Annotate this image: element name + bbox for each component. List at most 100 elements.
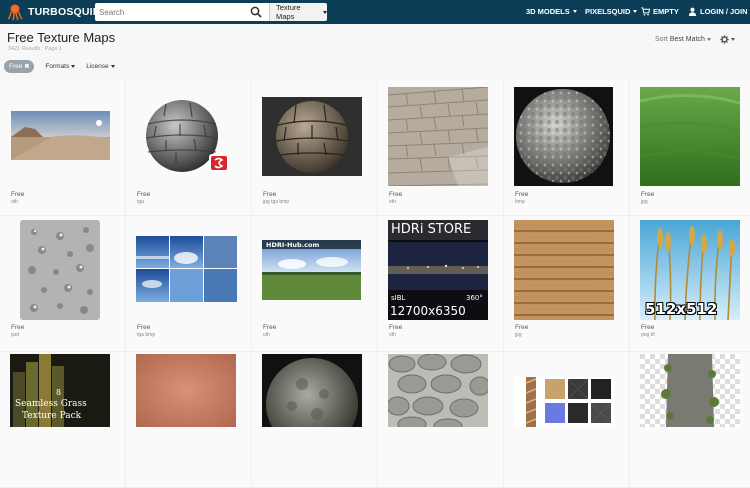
product-card[interactable] xyxy=(126,352,252,488)
chevron-down-icon xyxy=(706,38,711,41)
product-thumbnail[interactable]: 8 Seamless Grass Texture Pack xyxy=(10,354,110,427)
product-card[interactable] xyxy=(252,352,378,488)
nav-pixelsquid-label: PIXELSQUID xyxy=(585,7,631,16)
nav-3d-models[interactable]: 3D MODELS xyxy=(526,7,577,16)
product-card[interactable]: Free tga bmp xyxy=(126,216,252,352)
product-price: Free xyxy=(137,324,151,331)
top-navigation-bar: TURBOSQUID Texture Maps 3D MODELS PIXELS… xyxy=(0,0,750,24)
product-formats: tga bmp xyxy=(137,332,156,338)
chevron-down-icon xyxy=(572,10,577,13)
product-card[interactable]: 512x512 Free png tif xyxy=(630,216,750,352)
product-card[interactable]: Free oth xyxy=(378,80,504,216)
thumb-caption: HDRI-Hub.com xyxy=(266,241,320,249)
product-thumbnail[interactable] xyxy=(11,111,110,160)
nav-cart-label: EMPTY xyxy=(653,7,679,16)
product-card[interactable]: HDRi STORE sIBL 360° 12700x6350 Free oth xyxy=(378,216,504,352)
product-price: Free xyxy=(263,191,277,198)
search-category-label: Texture Maps xyxy=(276,3,301,21)
close-icon[interactable]: ✖ xyxy=(24,63,29,70)
product-thumbnail[interactable] xyxy=(514,377,614,427)
search-box xyxy=(95,3,269,21)
filter-chip-free[interactable]: Free ✖ xyxy=(4,60,35,73)
product-thumbnail[interactable] xyxy=(20,220,100,320)
sort-dropdown[interactable]: Sort Best Match xyxy=(655,36,711,43)
product-price: Free xyxy=(11,191,25,198)
chevron-down-icon xyxy=(633,10,638,13)
cart-icon xyxy=(641,7,650,16)
nav-cart[interactable]: EMPTY xyxy=(641,7,679,16)
product-price: Free xyxy=(389,191,403,198)
product-formats: oth xyxy=(263,332,270,338)
sort-value: Best Match xyxy=(669,36,705,43)
nav-pixelsquid[interactable]: PIXELSQUID xyxy=(585,7,638,16)
product-price: Free xyxy=(641,324,655,331)
product-formats: jpg xyxy=(515,332,522,338)
thumb-pack-title: Seamless Grass xyxy=(15,399,87,409)
chevron-down-icon xyxy=(323,10,327,14)
formats-dropdown[interactable]: Formats xyxy=(45,63,76,70)
product-thumbnail[interactable] xyxy=(136,94,240,186)
product-formats: oth xyxy=(389,332,396,338)
product-card[interactable]: HDRI-Hub.com Free oth xyxy=(252,216,378,352)
product-thumbnail[interactable] xyxy=(388,354,488,427)
thumb-resolution: 12700x6350 xyxy=(390,304,466,318)
settings-dropdown[interactable] xyxy=(720,34,736,44)
search-input[interactable] xyxy=(95,4,243,20)
product-card[interactable]: Free oth xyxy=(0,80,126,216)
product-thumbnail[interactable] xyxy=(262,354,362,427)
filter-bar: Free ✖ Formats License xyxy=(4,60,115,73)
chevron-down-icon xyxy=(110,65,115,68)
product-formats: tga xyxy=(137,199,144,205)
turbosquid-logo[interactable]: TURBOSQUID xyxy=(6,3,101,21)
product-card[interactable]: Free bmp xyxy=(504,80,630,216)
product-card[interactable] xyxy=(630,352,750,488)
product-thumbnail[interactable]: 512x512 xyxy=(640,220,740,320)
formats-label: Formats xyxy=(45,63,70,70)
product-price: Free xyxy=(137,191,151,198)
product-card[interactable] xyxy=(504,352,630,488)
product-price: Free xyxy=(11,324,25,331)
sort-label: Sort xyxy=(655,36,668,43)
thumb-title: HDRi STORE xyxy=(391,222,472,237)
product-thumbnail[interactable]: HDRI-Hub.com xyxy=(262,240,361,300)
product-formats: jpg xyxy=(641,199,648,205)
gear-icon xyxy=(720,34,729,44)
product-thumbnail[interactable] xyxy=(262,97,362,176)
product-price: Free xyxy=(389,324,403,331)
filter-chip-label: Free xyxy=(9,63,23,70)
search-category-select[interactable]: Texture Maps xyxy=(269,3,327,21)
results-count: 3421 Results : Page 1 xyxy=(8,46,63,52)
product-thumbnail[interactable] xyxy=(640,87,740,186)
product-card[interactable]: Free jpg xyxy=(630,80,750,216)
product-thumbnail[interactable] xyxy=(388,87,488,186)
product-thumbnail[interactable] xyxy=(136,236,237,302)
product-thumbnail[interactable] xyxy=(514,220,614,320)
search-icon[interactable] xyxy=(249,5,263,19)
product-price: Free xyxy=(515,324,529,331)
thumb-resolution: 512x512 xyxy=(645,300,718,318)
product-price: Free xyxy=(515,191,529,198)
product-card[interactable]: Free jpg tga bmp xyxy=(252,80,378,216)
product-card[interactable]: Free psd xyxy=(0,216,126,352)
product-card[interactable]: 8 Seamless Grass Texture Pack xyxy=(0,352,126,488)
nav-3d-models-label: 3D MODELS xyxy=(526,7,570,16)
nav-login-label: LOGIN / JOIN xyxy=(700,7,748,16)
logo-text: TURBOSQUID xyxy=(28,6,101,18)
product-thumbnail[interactable]: HDRi STORE sIBL 360° 12700x6350 xyxy=(388,220,488,320)
product-thumbnail[interactable] xyxy=(136,354,236,427)
nav-login[interactable]: LOGIN / JOIN xyxy=(688,7,748,16)
product-formats: bmp xyxy=(515,199,525,205)
product-formats: oth xyxy=(11,199,18,205)
product-card[interactable] xyxy=(378,352,504,488)
product-card[interactable]: Free tga xyxy=(126,80,252,216)
product-price: Free xyxy=(263,324,277,331)
product-formats: png tif xyxy=(641,332,655,338)
product-thumbnail[interactable] xyxy=(514,87,613,186)
chevron-down-icon xyxy=(731,37,735,41)
product-thumbnail[interactable] xyxy=(640,354,740,427)
thumb-sibl: sIBL xyxy=(391,294,406,302)
license-dropdown[interactable]: License xyxy=(86,63,115,70)
product-card[interactable]: Free jpg xyxy=(504,216,630,352)
product-formats: psd xyxy=(11,332,20,338)
license-label: License xyxy=(86,63,109,70)
